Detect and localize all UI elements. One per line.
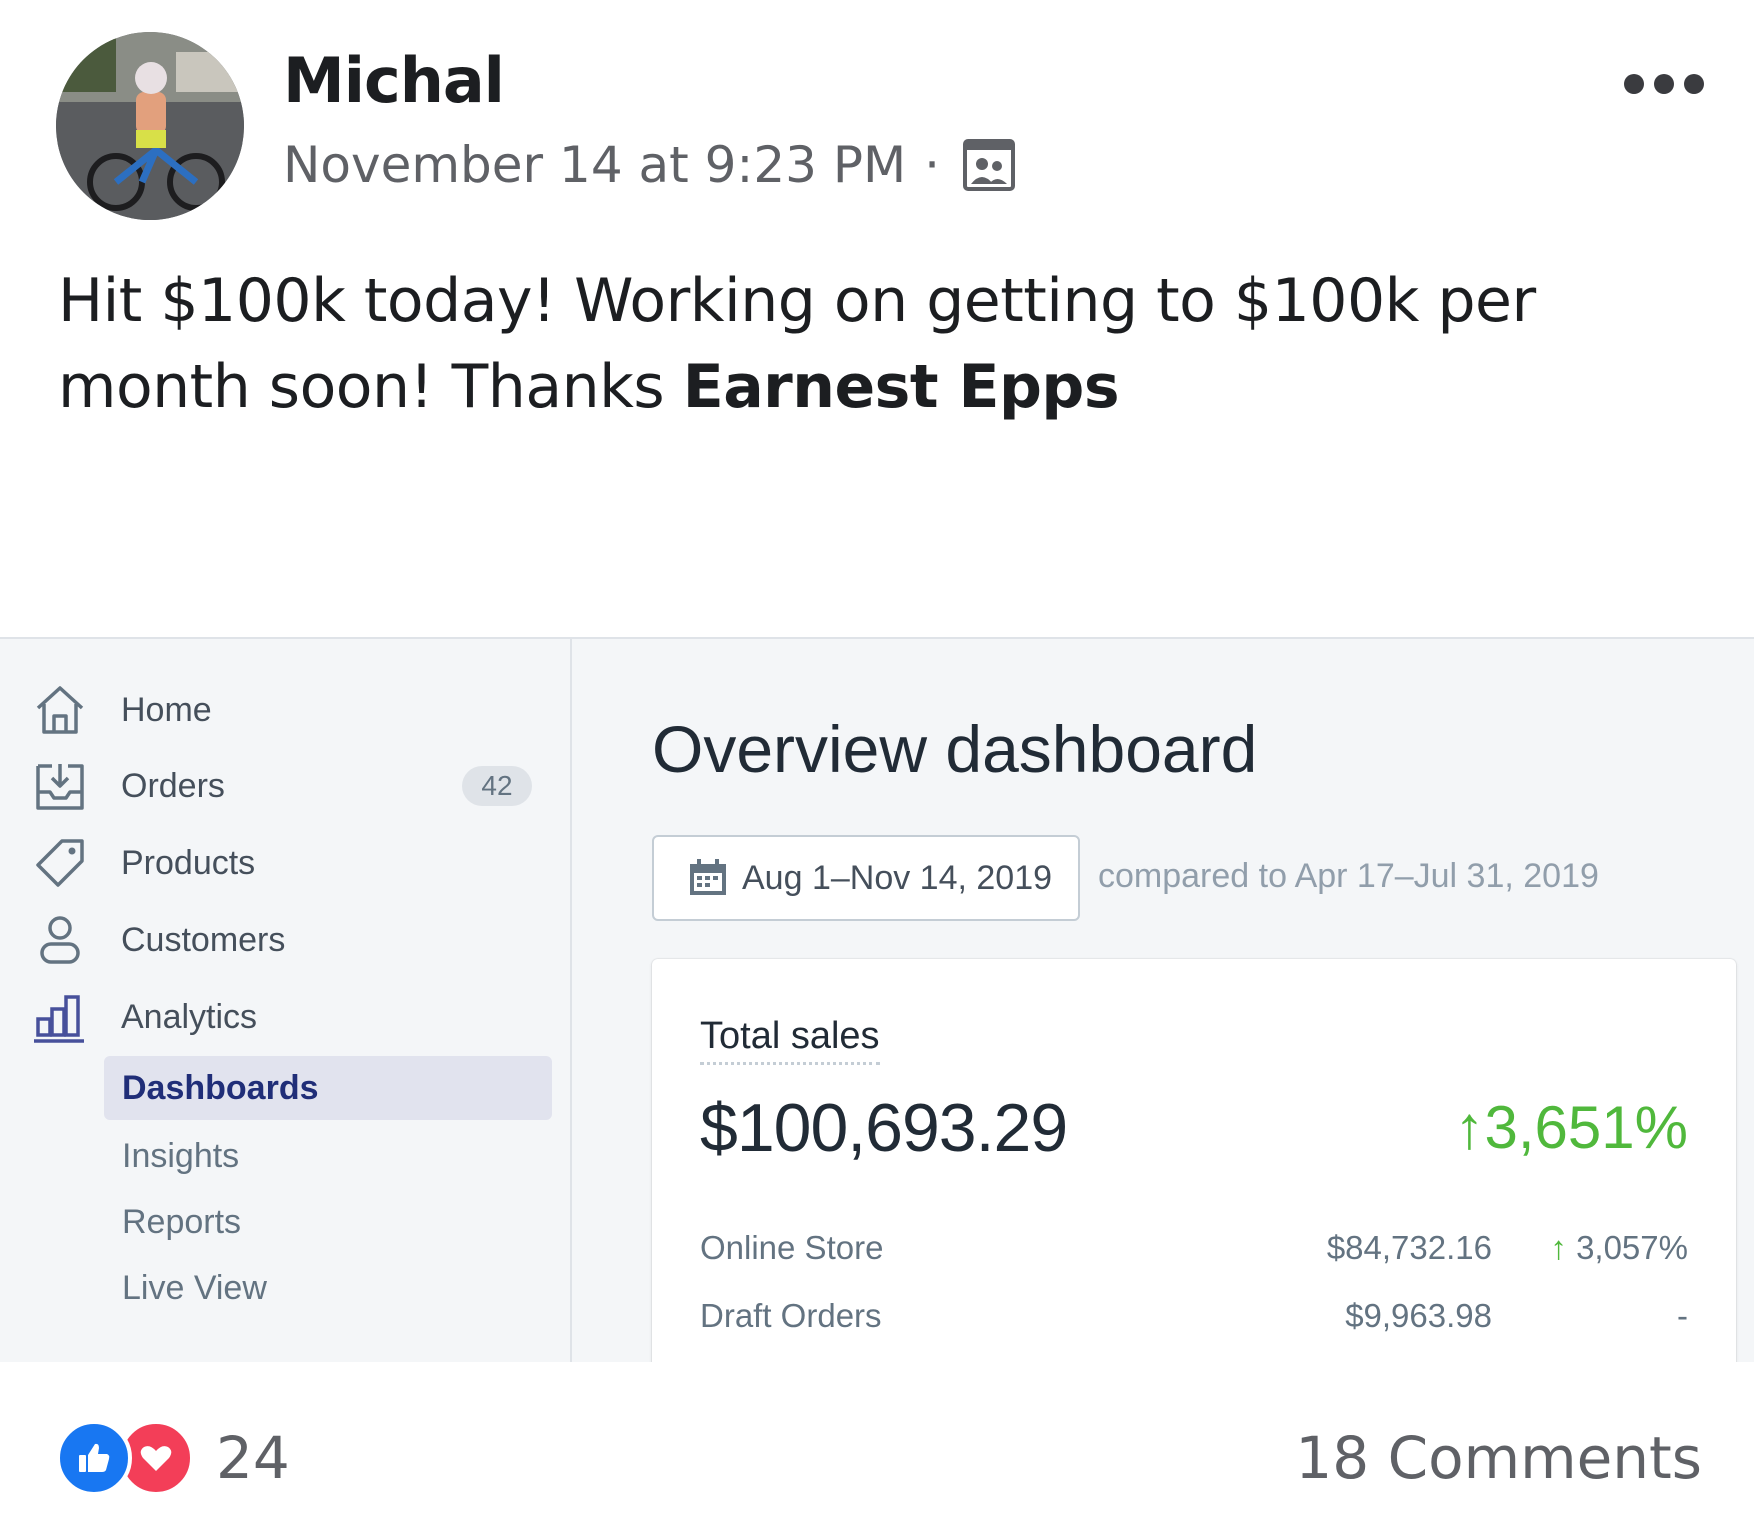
reaction-count: 24 <box>216 1424 290 1492</box>
post-timestamp[interactable]: November 14 at 9:23 PM <box>283 136 906 194</box>
total-sales-value: $100,693.29 <box>700 1090 1068 1166</box>
channel-name: Draft Orders <box>700 1297 882 1334</box>
card-title[interactable]: Total sales <box>700 1015 880 1065</box>
sidebar-item-orders[interactable]: Orders 42 <box>0 751 572 821</box>
arrow-up-icon: ↑ <box>1454 1094 1485 1161</box>
meta-separator: · <box>924 136 941 194</box>
group-audience-icon[interactable] <box>962 138 1016 192</box>
channel-amount: $9,963.98 <box>1345 1297 1492 1334</box>
compare-range-label: compared to Apr 17–Jul 31, 2019 <box>1098 857 1599 895</box>
more-options-icon[interactable] <box>1624 74 1704 94</box>
total-sales-growth: ↑3,651% <box>1455 1093 1689 1162</box>
sidebar-item-label: Orders <box>121 766 225 805</box>
author-avatar[interactable] <box>56 32 244 220</box>
tagged-user[interactable]: Earnest Epps <box>683 352 1120 422</box>
orders-icon <box>36 764 84 810</box>
post-meta: November 14 at 9:23 PM · <box>283 136 1016 194</box>
sidebar-item-label: Products <box>121 843 256 882</box>
orders-count-badge: 42 <box>462 766 532 806</box>
channel-name: Online Store <box>700 1229 884 1266</box>
channel-amount: $84,732.16 <box>1326 1229 1492 1266</box>
dashboard-sidebar: Home Orders 42 Products Customers Analyt… <box>0 639 572 1362</box>
shared-screenshot[interactable]: Home Orders 42 Products Customers Analyt… <box>0 637 1754 1362</box>
calendar-icon <box>690 859 726 895</box>
reactions-summary[interactable]: 24 <box>56 1420 290 1496</box>
sidebar-item-analytics[interactable]: Analytics <box>0 982 572 1052</box>
sidebar-subitem-dashboards[interactable]: Dashboards <box>104 1056 552 1120</box>
sidebar-subitem-insights[interactable]: Insights <box>104 1124 552 1188</box>
sidebar-item-products[interactable]: Products <box>0 828 572 898</box>
sidebar-item-label: Home <box>121 690 212 729</box>
growth-value: 3,651% <box>1484 1094 1689 1161</box>
sales-row: Draft Orders $9,963.98 - <box>700 1297 1688 1347</box>
sidebar-item-home[interactable]: Home <box>0 675 572 745</box>
dashboard-main: Overview dashboard Aug 1–Nov 14, 2019 co… <box>574 639 1754 1362</box>
channel-change-value: - <box>1677 1297 1688 1334</box>
home-icon <box>36 686 84 734</box>
bar-chart-icon <box>34 995 84 1043</box>
arrow-up-icon: ↑ <box>1550 1229 1577 1266</box>
like-icon <box>56 1420 132 1496</box>
channel-change-value: 3,057% <box>1576 1229 1688 1266</box>
sidebar-subitem-live-view[interactable]: Live View <box>104 1256 552 1320</box>
tag-icon <box>36 839 84 887</box>
date-range-button[interactable]: Aug 1–Nov 14, 2019 <box>652 835 1080 921</box>
page-title: Overview dashboard <box>652 712 1258 786</box>
sidebar-item-customers[interactable]: Customers <box>0 905 572 975</box>
comments-count-link[interactable]: 18 Comments <box>1295 1424 1702 1492</box>
sidebar-item-label: Analytics <box>121 997 258 1036</box>
channel-change: ↑ 3,057% <box>1550 1229 1688 1267</box>
author-name[interactable]: Michal <box>283 44 505 117</box>
post-text: Hit $100k today! Working on getting to $… <box>58 258 1708 430</box>
date-range-label: Aug 1–Nov 14, 2019 <box>742 858 1053 897</box>
sidebar-item-label: Customers <box>121 920 286 959</box>
total-sales-card: Total sales $100,693.29 ↑3,651% Online S… <box>652 959 1736 1362</box>
person-icon <box>40 916 80 964</box>
sidebar-subitem-reports[interactable]: Reports <box>104 1190 552 1254</box>
sales-row: Online Store $84,732.16 ↑ 3,057% <box>700 1229 1688 1279</box>
